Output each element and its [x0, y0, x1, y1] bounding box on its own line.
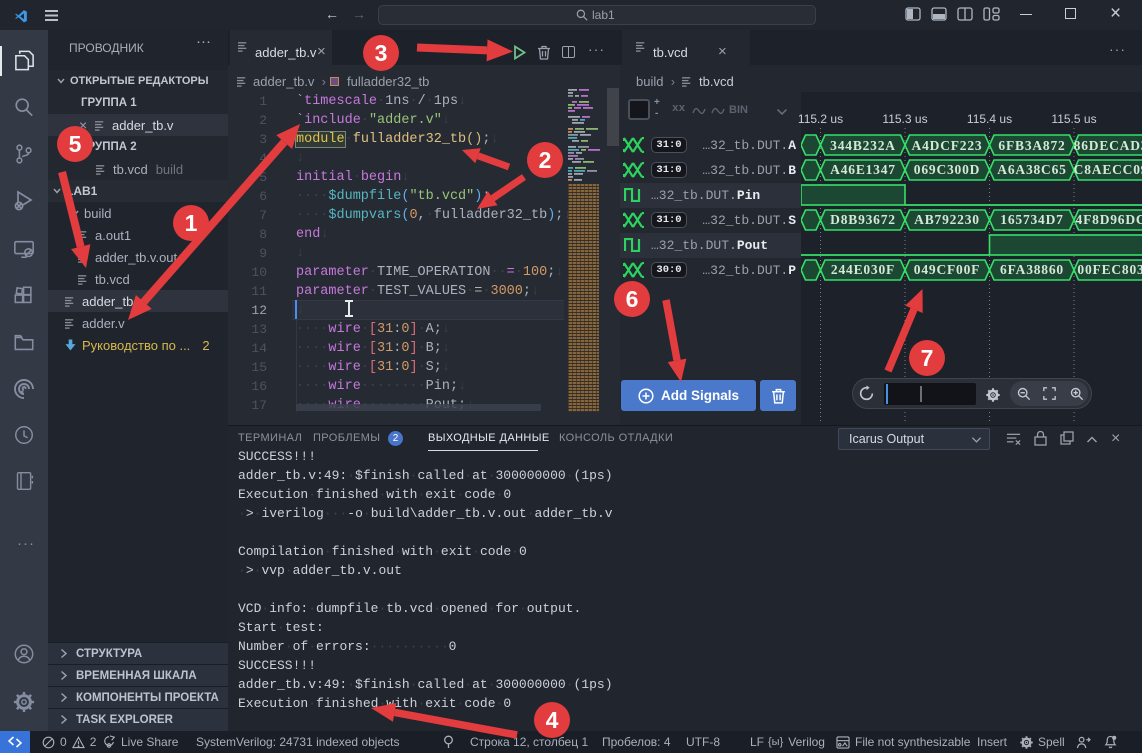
svg-text:5: 5 [69, 131, 82, 157]
svg-text:4: 4 [546, 707, 559, 733]
svg-text:6: 6 [626, 286, 639, 312]
svg-text:3: 3 [375, 40, 388, 66]
svg-text:2: 2 [539, 147, 552, 173]
svg-text:1: 1 [185, 210, 198, 236]
svg-text:7: 7 [921, 345, 934, 371]
